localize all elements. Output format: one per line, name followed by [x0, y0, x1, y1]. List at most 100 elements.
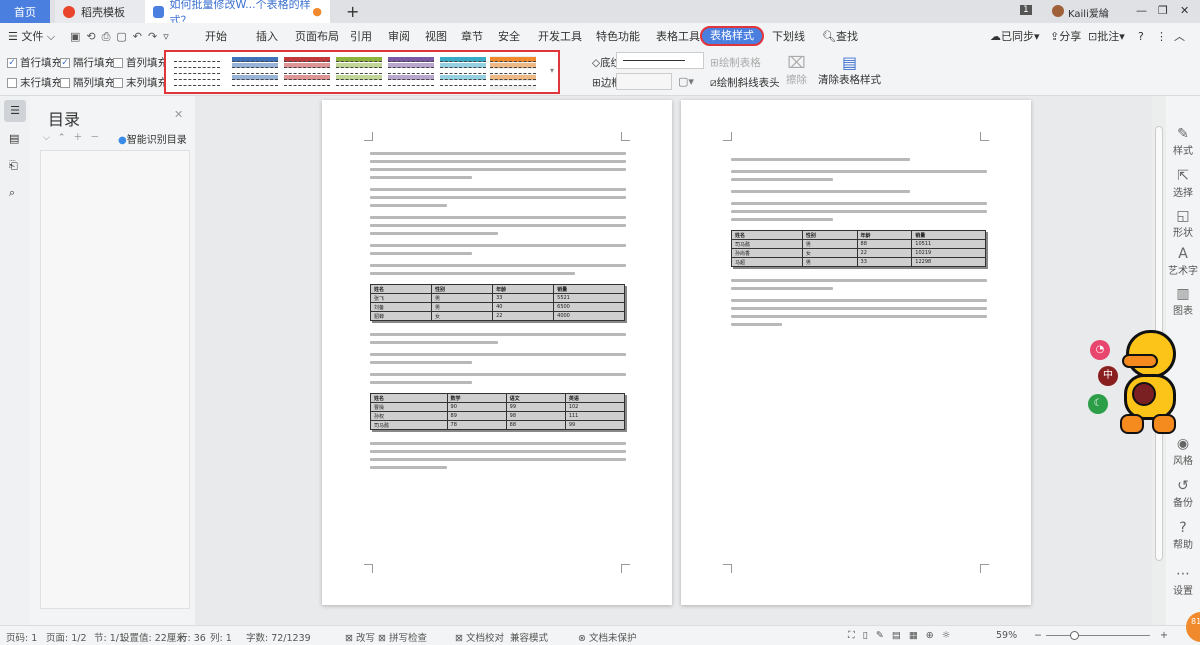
table-cell[interactable]: 6500: [553, 302, 625, 312]
table-cell[interactable]: 性别: [801, 230, 858, 240]
draw-table-button[interactable]: ⊞绘制表格: [710, 55, 761, 70]
table-cell[interactable]: 销量: [553, 284, 625, 294]
user-name[interactable]: Kaili爱綸: [1068, 5, 1109, 20]
sidebar-6[interactable]: ↺ 备份: [1166, 478, 1200, 509]
sidebar-2[interactable]: ◱ 形状: [1166, 208, 1200, 239]
pen-color-button[interactable]: ▢▾: [678, 75, 694, 88]
checkbox-box[interactable]: [7, 77, 17, 88]
table-cell[interactable]: 10511: [911, 239, 986, 249]
table-cell[interactable]: 英语: [564, 393, 626, 403]
table-cell[interactable]: 12298: [911, 257, 986, 267]
table-cell[interactable]: 曹操: [370, 402, 448, 412]
draw-diagonal-header-button[interactable]: ⧄绘制斜线表头: [710, 75, 780, 90]
close-panel-icon[interactable]: ✕: [174, 108, 183, 121]
table-cell[interactable]: 111: [564, 411, 626, 421]
smart-toc-button[interactable]: ●智能识别目录: [118, 131, 187, 146]
share-button[interactable]: ⇪分享: [1050, 28, 1081, 45]
table-cell[interactable]: 姓名: [369, 284, 433, 294]
table-style-option[interactable]: [490, 56, 536, 90]
sidebar-1[interactable]: ⇱ 选择: [1166, 168, 1200, 199]
table-cell[interactable]: 貂蝉: [369, 311, 433, 321]
sidebar-7[interactable]: ? 帮助: [1166, 520, 1200, 551]
menu-tab[interactable]: 页面布局: [295, 28, 339, 45]
table-cell[interactable]: 102: [564, 402, 626, 412]
restore-button[interactable]: ❐: [1158, 4, 1168, 17]
table-cell[interactable]: 姓名: [731, 230, 803, 240]
table-cell[interactable]: 98: [505, 411, 566, 421]
ime-icon[interactable]: 中: [1098, 366, 1118, 386]
moon-icon[interactable]: ☾: [1088, 394, 1108, 414]
status-setting[interactable]: 设置值: 22厘米: [120, 630, 186, 644]
checkbox-4[interactable]: 隔列填充: [60, 75, 115, 90]
checkbox-box[interactable]: [113, 77, 123, 88]
gallery-more-icon[interactable]: ▾: [550, 66, 554, 75]
table-cell[interactable]: 22: [856, 248, 913, 258]
table-cell[interactable]: 马超: [731, 257, 803, 267]
quick-access-icons[interactable]: ▣⟲⎙▢↶↷▿: [70, 28, 175, 45]
table-cell[interactable]: 女: [431, 311, 494, 321]
table-cell[interactable]: 90: [446, 402, 507, 412]
table-cell[interactable]: 33: [856, 257, 913, 267]
checkbox-box[interactable]: ✓: [7, 57, 17, 68]
float-pink-icon[interactable]: ◔: [1090, 340, 1110, 360]
table-cell[interactable]: 男: [801, 239, 858, 249]
tab-document[interactable]: 如何批量修改W...个表格的样式？ ●: [145, 0, 330, 27]
menu-tab[interactable]: 章节: [461, 28, 483, 45]
table-cell[interactable]: 男: [431, 293, 494, 303]
document-page-2[interactable]: 姓名 性别 年龄 销量 司马懿男 88 10511 孙尚香女 22 10219 马超男 33 12298: [681, 100, 1031, 605]
sidebar-5[interactable]: ◉ 风格: [1166, 436, 1200, 467]
line-width-select[interactable]: [616, 73, 672, 90]
toc-level-controls[interactable]: ⌵⌃＋－: [43, 130, 107, 143]
menu-tab[interactable]: 表格工具: [656, 28, 700, 45]
checkbox-1[interactable]: ✓ 隔行填充: [60, 55, 115, 70]
table-style-option[interactable]: [174, 56, 220, 90]
table-cell[interactable]: 4000: [553, 311, 625, 321]
new-tab-button[interactable]: +: [338, 0, 367, 23]
sidebar-4[interactable]: ▥ 图表: [1166, 286, 1200, 317]
status-words[interactable]: 字数: 72/1239: [246, 630, 311, 644]
table-cell[interactable]: 司马懿: [731, 239, 803, 249]
table-style-option[interactable]: [388, 56, 434, 90]
table-style-option[interactable]: [336, 56, 382, 90]
status-compat[interactable]: 兼容模式: [510, 630, 548, 644]
zoom-slider-thumb[interactable]: [1070, 631, 1079, 640]
clear-table-style-button[interactable]: ▤ 清除表格样式: [818, 53, 881, 87]
document-table[interactable]: 姓名 数学 语文 英语 曹操 90 99 102 孙权 89 98 111 司马懿 78 88 99: [370, 393, 626, 430]
menu-tab[interactable]: 表格样式: [700, 26, 764, 46]
zoom-slider[interactable]: [1046, 631, 1150, 640]
sync-button[interactable]: ☁已同步▾: [990, 28, 1040, 45]
table-cell[interactable]: 性别: [431, 284, 494, 294]
table-cell[interactable]: 张飞: [369, 293, 433, 303]
table-style-option[interactable]: [284, 56, 330, 90]
table-cell[interactable]: 数学: [446, 393, 507, 403]
table-cell[interactable]: 88: [505, 420, 566, 430]
status-pages[interactable]: 页面: 1/2: [46, 630, 87, 644]
more-icon[interactable]: ⋮: [1156, 28, 1167, 45]
table-cell[interactable]: 女: [801, 248, 858, 258]
status-proof[interactable]: ⊠ 文档校对: [455, 630, 504, 644]
checkbox-box[interactable]: [113, 57, 123, 68]
status-page[interactable]: 页码: 1: [6, 630, 37, 644]
table-style-option[interactable]: [232, 56, 278, 90]
table-cell[interactable]: 89: [446, 411, 507, 421]
minimize-button[interactable]: —: [1136, 4, 1147, 17]
zoom-level[interactable]: 59%: [996, 630, 1017, 641]
checkbox-5[interactable]: 末列填充: [113, 75, 168, 90]
menu-tab[interactable]: 下划线: [772, 28, 805, 45]
checkbox-0[interactable]: ✓ 首行填充: [7, 55, 62, 70]
menu-tab[interactable]: 视图: [425, 28, 447, 45]
window-count-badge[interactable]: 1: [1020, 5, 1032, 15]
sidebar-3[interactable]: A 艺术字: [1166, 246, 1200, 277]
status-col[interactable]: 列: 1: [210, 630, 232, 644]
status-protect[interactable]: ⊗ 文档未保护: [578, 630, 637, 644]
sidebar-8[interactable]: ⋯ 设置: [1166, 566, 1200, 597]
find-icon[interactable]: ⌕: [9, 186, 15, 200]
table-cell[interactable]: 78: [446, 420, 507, 430]
table-cell[interactable]: 10219: [911, 248, 986, 258]
sidebar-0[interactable]: ✎ 样式: [1166, 126, 1200, 157]
help-button[interactable]: ?: [1138, 28, 1144, 45]
search-button[interactable]: 🔍︎查找: [822, 28, 858, 45]
view-mode-icons[interactable]: ⛶▯✎▤▦⊕☼: [848, 630, 958, 641]
line-style-select[interactable]: [616, 52, 704, 69]
table-cell[interactable]: 姓名: [370, 393, 448, 403]
